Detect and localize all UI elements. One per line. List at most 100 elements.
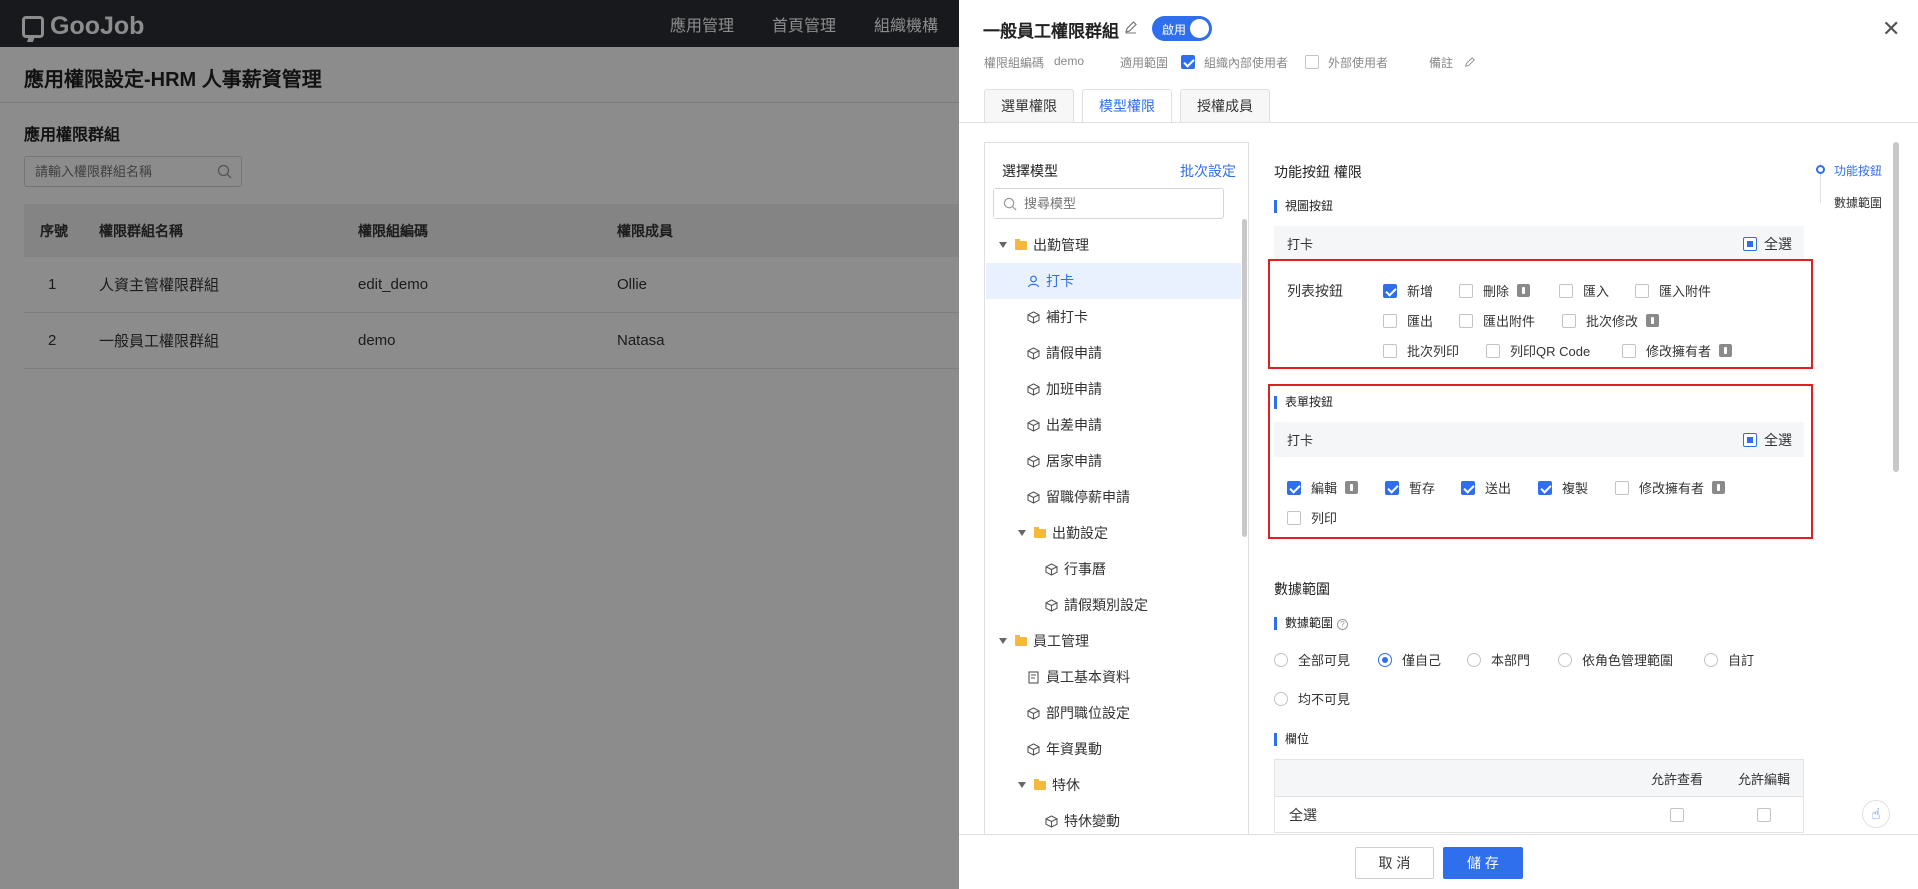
anchor-data-scope[interactable]: 數據範圍 (1834, 194, 1882, 211)
option-import-attachment[interactable]: 匯入附件 (1635, 281, 1711, 300)
checkbox[interactable] (1486, 343, 1500, 358)
tab-menu-permission[interactable]: 選單權限 (984, 89, 1074, 122)
radio[interactable] (1467, 652, 1481, 667)
table-row: 全選 (1275, 796, 1803, 832)
select-all-view[interactable]: 全選 (1743, 234, 1792, 254)
checkbox[interactable] (1562, 313, 1576, 328)
checkbox[interactable] (1559, 283, 1573, 298)
checkbox[interactable] (1461, 480, 1475, 495)
tree-item-label: 員工基本資料 (1046, 669, 1130, 685)
checkbox[interactable] (1622, 343, 1636, 358)
hand-pointer-icon[interactable]: ☝ (1862, 800, 1890, 828)
edit-title-icon[interactable] (1124, 20, 1138, 34)
anchor-function-buttons[interactable]: 功能按鈕 (1834, 162, 1882, 179)
tree-item-leave-request[interactable]: 請假申請 (986, 335, 1241, 371)
tree-folder-attendance[interactable]: 出勤管理 (986, 227, 1241, 263)
checkbox[interactable] (1615, 480, 1629, 495)
option-export[interactable]: 匯出 (1383, 311, 1433, 330)
option-import[interactable]: 匯入 (1559, 281, 1609, 300)
radio[interactable] (1274, 691, 1288, 706)
option-print[interactable]: 列印 (1287, 508, 1337, 527)
enable-toggle[interactable]: 啟用 (1152, 16, 1212, 41)
tree-item-overtime-request[interactable]: 加班申請 (986, 371, 1241, 407)
checkbox[interactable] (1635, 283, 1649, 298)
option-add[interactable]: 新增 (1383, 281, 1433, 300)
cube-icon (1045, 814, 1058, 828)
tree-item-label: 年資異動 (1046, 741, 1102, 757)
tab-authorized-members[interactable]: 授權成員 (1180, 89, 1270, 122)
tree-item-makeup-punch[interactable]: 補打卡 (986, 299, 1241, 335)
cube-icon (1027, 454, 1040, 468)
tree-item-remote-work[interactable]: 居家申請 (986, 443, 1241, 479)
tree-item-employee-profile[interactable]: 員工基本資料 (986, 659, 1241, 695)
option-draft[interactable]: 暫存 (1385, 478, 1435, 497)
tree-item-calendar[interactable]: 行事曆 (986, 551, 1241, 587)
tree-folder-annual-leave[interactable]: 特休 (986, 767, 1241, 803)
data-scope-title: 數據範圍 (1274, 581, 1330, 597)
tab-model-permission[interactable]: 模型權限 (1082, 89, 1172, 122)
radio-role-scope[interactable]: 依角色管理範圍 (1558, 650, 1673, 669)
tree-folder-employee[interactable]: 員工管理 (986, 623, 1241, 659)
radio[interactable] (1378, 652, 1392, 667)
option-edit[interactable]: 編輯 (1287, 478, 1359, 497)
model-search-input[interactable] (994, 189, 1194, 218)
radio[interactable] (1558, 652, 1572, 667)
checkbox[interactable] (1383, 283, 1397, 298)
option-submit[interactable]: 送出 (1461, 478, 1511, 497)
model-tree-panel: 選擇模型 批次設定 出勤管理 打卡 補打卡 請假申請 加班申請 出差申請 居家申… (984, 142, 1249, 834)
radio-none-visible[interactable]: 均不可見 (1274, 689, 1350, 708)
tree-item-unpaid-leave[interactable]: 留職停薪申請 (986, 479, 1241, 515)
caret-down-icon[interactable] (999, 638, 1007, 644)
radio-custom[interactable]: 自訂 (1704, 650, 1754, 669)
external-user-checkbox[interactable] (1305, 55, 1319, 69)
content-scrollbar[interactable] (1893, 142, 1899, 472)
radio-all-visible[interactable]: 全部可見 (1274, 650, 1350, 669)
folder-icon (1015, 238, 1027, 250)
select-all-form[interactable]: 全選 (1743, 430, 1792, 450)
tree-title: 選擇模型 (1002, 163, 1058, 179)
tree-item-leave-types[interactable]: 請假類別設定 (986, 587, 1241, 623)
batch-settings-link[interactable]: 批次設定 (1180, 161, 1236, 181)
option-batch-print[interactable]: 批次列印 (1383, 341, 1459, 360)
option-export-attachment[interactable]: 匯出附件 (1459, 311, 1535, 330)
checkbox[interactable] (1287, 480, 1301, 495)
tree-item-dept-position[interactable]: 部門職位設定 (986, 695, 1241, 731)
select-all-checkbox[interactable] (1743, 236, 1757, 251)
radio[interactable] (1704, 652, 1718, 667)
allow-view-all-checkbox[interactable] (1670, 807, 1684, 822)
radio[interactable] (1274, 652, 1288, 667)
option-copy[interactable]: 複製 (1538, 478, 1588, 497)
close-icon[interactable]: ✕ (1882, 16, 1900, 42)
checkbox[interactable] (1383, 313, 1397, 328)
help-icon[interactable]: ? (1337, 619, 1349, 630)
option-form-change-owner[interactable]: 修改擁有者 (1615, 478, 1726, 497)
checkbox[interactable] (1459, 283, 1473, 298)
cancel-button[interactable]: 取 消 (1355, 847, 1434, 879)
tree-item-clock-in[interactable]: 打卡 (986, 263, 1241, 299)
checkbox[interactable] (1385, 480, 1399, 495)
option-change-owner[interactable]: 修改擁有者 (1622, 341, 1733, 360)
caret-down-icon[interactable] (999, 242, 1007, 248)
tree-folder-attendance-settings[interactable]: 出勤設定 (986, 515, 1241, 551)
option-delete[interactable]: 刪除 (1459, 281, 1531, 300)
checkbox[interactable] (1538, 480, 1552, 495)
checkbox[interactable] (1287, 510, 1301, 525)
checkbox[interactable] (1459, 313, 1473, 328)
checkbox[interactable] (1383, 343, 1397, 358)
internal-user-checkbox[interactable] (1181, 55, 1195, 69)
tree-item-business-trip[interactable]: 出差申請 (986, 407, 1241, 443)
caret-down-icon[interactable] (1018, 530, 1026, 536)
select-all-checkbox[interactable] (1743, 432, 1757, 447)
radio-department[interactable]: 本部門 (1467, 650, 1530, 669)
save-button[interactable]: 儲 存 (1443, 847, 1523, 879)
tree-item-seniority[interactable]: 年資異動 (986, 731, 1241, 767)
tree-item-annual-leave-change[interactable]: 特休變動 (986, 803, 1241, 834)
option-batch-edit[interactable]: 批次修改 (1562, 311, 1660, 330)
radio-self-only[interactable]: 僅自己 (1378, 650, 1441, 669)
allow-edit-all-checkbox[interactable] (1757, 807, 1771, 822)
tree-scrollbar[interactable] (1242, 219, 1247, 537)
caret-down-icon[interactable] (1018, 782, 1026, 788)
document-icon (1028, 670, 1039, 684)
edit-note-icon[interactable] (1464, 56, 1476, 68)
option-print-qr[interactable]: 列印QR Code (1486, 341, 1590, 360)
